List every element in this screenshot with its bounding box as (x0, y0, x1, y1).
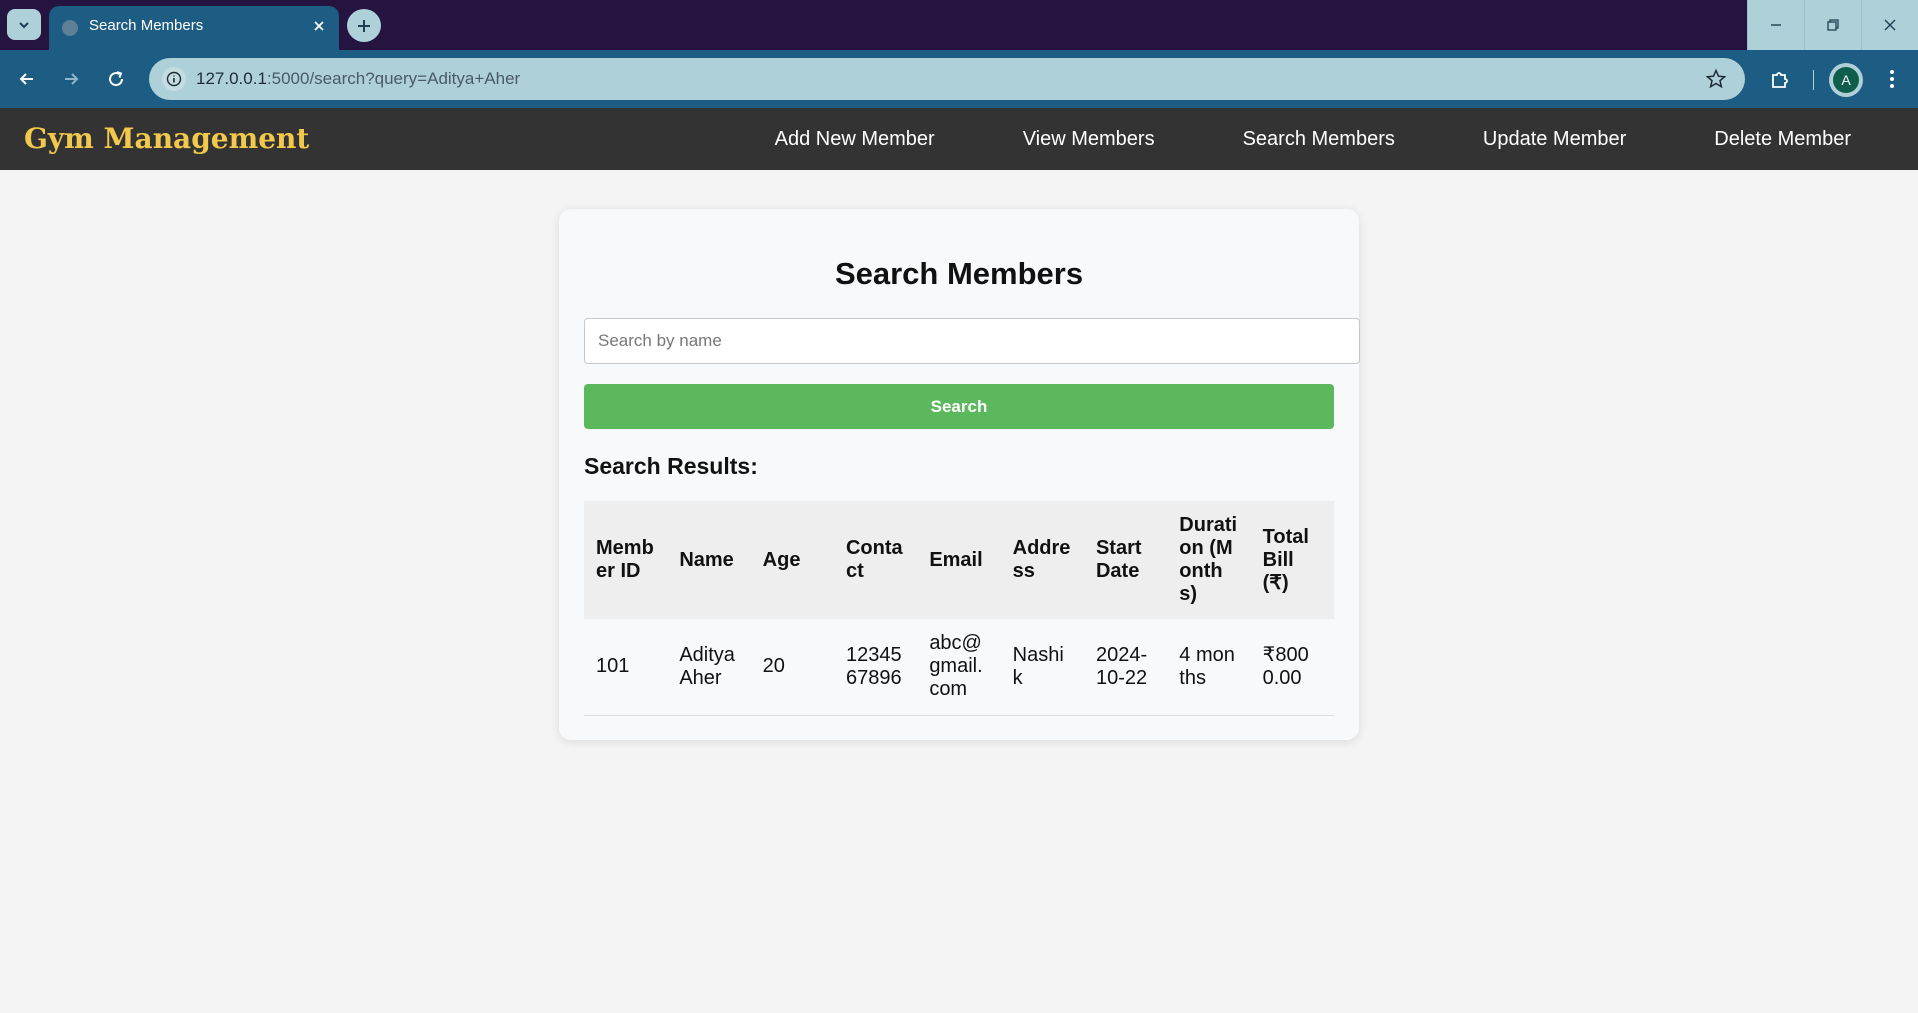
close-icon[interactable] (311, 18, 327, 34)
url-path: :5000/search?query=Aditya+Aher (266, 69, 521, 88)
header-start-date: Start Date (1083, 501, 1168, 619)
cell-start-date: 2024-10-22 (1083, 619, 1168, 716)
window-controls (1747, 0, 1918, 50)
nav-delete-member[interactable]: Delete Member (1670, 108, 1918, 170)
results-table: Member ID Name Age Contact Email Address… (584, 501, 1334, 716)
header-name: Name (667, 501, 751, 619)
minimize-icon (1771, 24, 1781, 26)
site-brand[interactable]: Gym Management (24, 122, 309, 156)
plus-icon (358, 19, 370, 32)
header-email: Email (917, 501, 1001, 619)
site-navbar: Gym Management Add New Member View Membe… (0, 108, 1918, 170)
nav-search-members[interactable]: Search Members (1199, 108, 1439, 170)
header-total-bill: Total Bill (₹) (1250, 501, 1334, 619)
restore-icon (1827, 19, 1839, 31)
restore-button[interactable] (1804, 0, 1861, 50)
nav-links: Add New Member View Members Search Membe… (731, 108, 1918, 170)
nav-add-member[interactable]: Add New Member (731, 108, 979, 170)
search-button[interactable]: Search (584, 384, 1334, 429)
url-host: 127.0.0.1 (196, 69, 267, 88)
extensions-button[interactable] (1768, 67, 1792, 91)
cell-contact: 1234567896 (833, 619, 918, 716)
header-duration: Duration (Months) (1167, 501, 1251, 619)
arrow-right-icon (65, 73, 79, 85)
close-icon (1884, 19, 1896, 31)
table-row: 101 Aditya Aher 20 1234567896 abc@gmail.… (584, 619, 1334, 716)
page-title: Search Members (834, 256, 1084, 291)
tab-search-button[interactable] (7, 9, 41, 40)
url-text: 127.0.0.1:5000/search?query=Aditya+Aher (196, 69, 520, 89)
cell-name: Aditya Aher (667, 619, 751, 716)
browser-tab-strip: Search Members (0, 0, 1918, 50)
header-member-id: Member ID (584, 501, 668, 619)
back-button[interactable] (15, 67, 39, 91)
more-vertical-icon (1890, 70, 1894, 88)
cell-total-bill: ₹8000.00 (1250, 619, 1334, 716)
cell-duration: 4 months (1167, 619, 1251, 716)
address-bar[interactable]: 127.0.0.1:5000/search?query=Aditya+Aher (149, 58, 1745, 100)
avatar-initial: A (1833, 67, 1859, 93)
search-card: Search Members Search Search Results: Me… (559, 209, 1360, 740)
tab-title: Search Members (89, 17, 204, 34)
browser-menu-button[interactable] (1880, 67, 1904, 91)
nav-update-member[interactable]: Update Member (1439, 108, 1670, 170)
reload-icon (109, 71, 124, 87)
close-window-button[interactable] (1861, 0, 1918, 50)
profile-avatar[interactable]: A (1829, 63, 1863, 97)
new-tab-button[interactable] (347, 9, 381, 42)
cell-age: 20 (750, 619, 834, 716)
results-heading: Search Results: (584, 453, 758, 479)
browser-toolbar: 127.0.0.1:5000/search?query=Aditya+Aher … (0, 50, 1918, 108)
header-age: Age (750, 501, 834, 619)
site-info-icon[interactable] (162, 67, 186, 91)
cell-address: Nashik (1000, 619, 1084, 716)
toolbar-divider (1813, 70, 1814, 90)
header-contact: Contact (833, 501, 918, 619)
header-address: Address (1000, 501, 1084, 619)
nav-view-members[interactable]: View Members (979, 108, 1199, 170)
forward-button[interactable] (59, 67, 83, 91)
active-tab[interactable]: Search Members (49, 6, 339, 50)
cell-email: abc@gmail.com (917, 619, 1001, 716)
minimize-button[interactable] (1747, 0, 1804, 50)
globe-icon (62, 20, 78, 36)
table-header-row: Member ID Name Age Contact Email Address… (584, 501, 1334, 619)
reload-button[interactable] (104, 67, 128, 91)
cell-member-id: 101 (584, 619, 668, 716)
arrow-left-icon (19, 73, 33, 85)
search-input[interactable] (584, 318, 1360, 364)
chevron-down-icon (19, 21, 29, 28)
puzzle-icon (1772, 72, 1788, 88)
star-icon[interactable] (1705, 68, 1727, 90)
